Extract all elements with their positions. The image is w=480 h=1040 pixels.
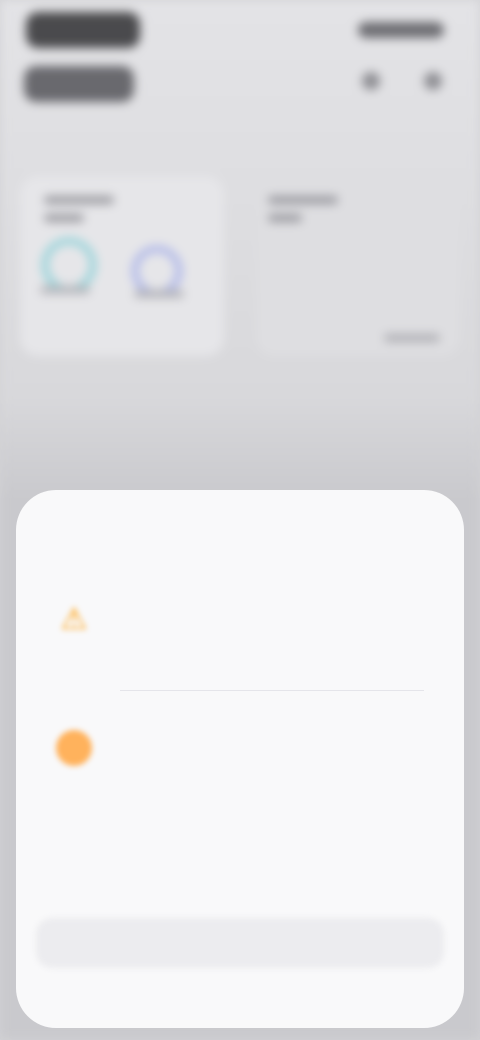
screen: ⚠ [0,0,480,1040]
background-toolbar-icon [362,72,380,90]
background-ring-chart [132,246,182,296]
background-card-label [268,196,338,204]
background-card-label [134,290,184,298]
bottom-sheet: ⚠ [16,490,464,1028]
feature-text [120,588,428,596]
background-card-label [40,286,90,294]
background-title [26,12,140,48]
background-toolbar-icon [424,72,442,90]
continue-button[interactable] [36,918,444,968]
background-card-label [44,196,114,204]
warning-icon: ⚠ [60,603,88,636]
background-card-label [384,334,440,342]
background-card-label [268,214,302,222]
background-subtitle [24,66,134,102]
background-card-label [44,214,84,222]
feature-row: ⚠ [56,588,428,638]
background-ring-chart [42,238,96,292]
badge-icon [56,730,92,766]
background-top-label [358,22,444,38]
divider [120,690,424,691]
feature-text [120,716,428,724]
feature-row [56,716,428,766]
